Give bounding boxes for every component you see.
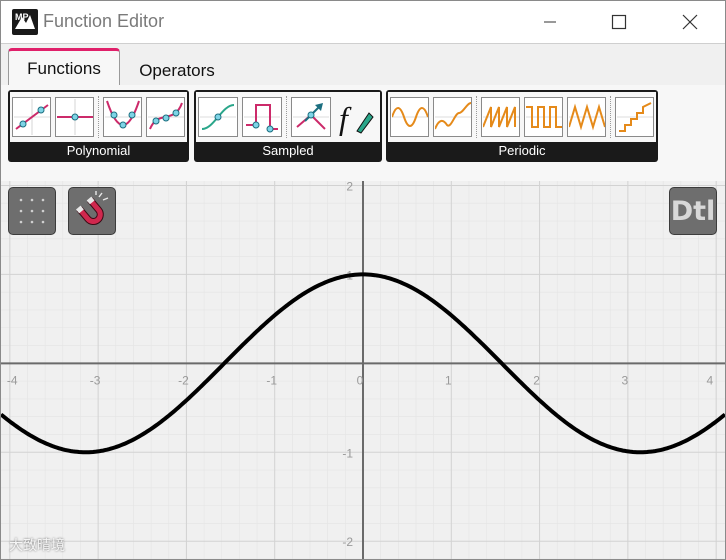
tile-separator bbox=[610, 96, 611, 138]
sampled-group: f Sampled bbox=[194, 90, 382, 162]
x-tick-label: -2 bbox=[178, 373, 189, 387]
x-tick-label: 0 bbox=[357, 373, 364, 387]
function-editor-window: MP Function Editor Functions Operators P… bbox=[0, 0, 726, 560]
linear-ramp-icon[interactable] bbox=[12, 97, 51, 137]
periodic-group: Periodic bbox=[386, 90, 658, 162]
sampled-group-label: Sampled bbox=[262, 143, 314, 158]
polynomial-group-label: Polynomial bbox=[66, 143, 131, 158]
x-tick-label: -4 bbox=[7, 373, 18, 387]
parabola-icon[interactable] bbox=[103, 97, 142, 137]
x-tick-label: -1 bbox=[266, 373, 277, 387]
cubic-icon[interactable] bbox=[146, 97, 185, 137]
x-tick-label: -3 bbox=[90, 373, 101, 387]
constant-icon[interactable] bbox=[55, 97, 94, 137]
detail-toggle-button[interactable]: Dtl bbox=[669, 187, 717, 235]
grid-dots-icon bbox=[19, 198, 45, 224]
square-wave-icon[interactable] bbox=[524, 97, 563, 137]
sine-wave-icon[interactable] bbox=[390, 97, 429, 137]
sawtooth-wave-icon[interactable] bbox=[481, 97, 520, 137]
staircase-icon[interactable] bbox=[615, 97, 654, 137]
magnet-icon bbox=[75, 191, 109, 225]
x-tick-label: 3 bbox=[622, 373, 629, 387]
x-tick-label: 2 bbox=[533, 373, 540, 387]
close-button[interactable] bbox=[667, 1, 713, 43]
smooth-step-icon[interactable] bbox=[198, 97, 238, 137]
snap-toggle-button[interactable] bbox=[68, 187, 116, 235]
function-ribbon: Polynomial f Sampled Periodic bbox=[1, 85, 725, 267]
arrow-curve-icon[interactable] bbox=[291, 97, 331, 137]
window-title: Function Editor bbox=[43, 11, 165, 31]
tab-functions[interactable]: Functions bbox=[8, 48, 120, 87]
periodic-group-label: Periodic bbox=[498, 143, 546, 158]
tile-separator bbox=[286, 96, 287, 138]
tile-separator bbox=[476, 96, 477, 138]
plot-canvas[interactable]: -4 -3 -2 -1 0 1 2 3 421-1-2 bbox=[1, 179, 725, 559]
watermark: 大致晴境 bbox=[9, 537, 65, 553]
x-tick-label: 4 bbox=[706, 373, 713, 387]
tab-strip: Functions Operators bbox=[1, 43, 725, 87]
x-tick-label: 1 bbox=[445, 373, 452, 387]
app-logo-icon: MP bbox=[12, 9, 38, 35]
custom-function-glyph: f bbox=[339, 100, 352, 136]
grid-toggle-button[interactable] bbox=[8, 187, 56, 235]
custom-function-icon[interactable]: f bbox=[335, 97, 375, 137]
y-tick-label: -1 bbox=[342, 446, 353, 460]
damped-wave-icon[interactable] bbox=[433, 97, 472, 137]
pulse-step-icon[interactable] bbox=[242, 97, 282, 137]
y-tick-label: 2 bbox=[346, 181, 353, 193]
function-plot[interactable]: -4 -3 -2 -1 0 1 2 3 4 2 1 -1 -2 Dtl bbox=[1, 179, 725, 559]
title-bar[interactable]: MP Function Editor bbox=[1, 1, 725, 43]
polynomial-group: Polynomial bbox=[8, 90, 189, 162]
app-logo-text: MP bbox=[15, 12, 29, 22]
maximize-button[interactable] bbox=[596, 1, 642, 43]
y-tick-label: -2 bbox=[342, 535, 353, 549]
triangle-wave-icon[interactable] bbox=[567, 97, 606, 137]
minimize-button[interactable] bbox=[527, 1, 573, 43]
tile-separator bbox=[98, 96, 99, 138]
